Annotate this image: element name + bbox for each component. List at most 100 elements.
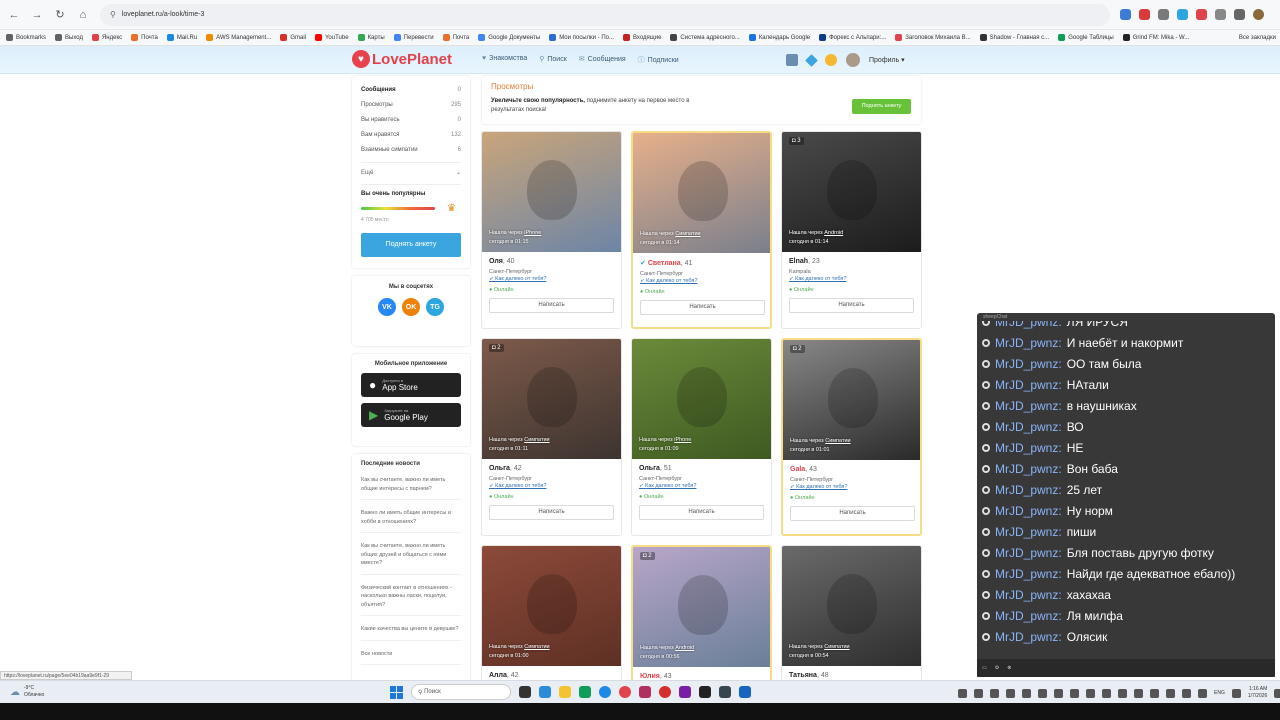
more-toggle[interactable]: Ещё ⌄: [361, 162, 461, 178]
news-item[interactable]: Как вы считаете, важно ли иметь общие ин…: [361, 476, 461, 500]
tray-icon[interactable]: [1118, 688, 1127, 698]
news-item[interactable]: Важно ли иметь общие интересы и хобби в …: [361, 509, 461, 533]
tray-icon[interactable]: [990, 688, 999, 698]
site-info-icon[interactable]: ⚲: [110, 10, 116, 19]
app-icon[interactable]: [679, 686, 691, 698]
bookmark-item[interactable]: YouTube: [314, 34, 349, 41]
profile-name[interactable]: Алла, 42: [489, 672, 614, 679]
profile-photo[interactable]: ◘ 2 Нашла через Android сегодня в 00:56: [633, 547, 770, 667]
profile-card[interactable]: ◘ 2 Нашла через Симпатии сегодня в 01:01 Ga…: [781, 338, 922, 536]
news-item[interactable]: Какие качества вы цените в девушке?: [361, 625, 461, 641]
stat-row[interactable]: Просмотры 295: [361, 97, 461, 112]
bookmark-item[interactable]: Перевести: [393, 34, 434, 41]
windows-start-icon[interactable]: [390, 685, 403, 699]
write-button[interactable]: Написать: [789, 298, 914, 313]
profile-name[interactable]: Gala, 43: [790, 466, 913, 473]
task-view-icon[interactable]: [519, 686, 531, 698]
write-button[interactable]: Написать: [489, 505, 614, 520]
file-explorer-icon[interactable]: [559, 686, 571, 698]
diamond-icon[interactable]: [805, 53, 818, 67]
profile-photo[interactable]: Нашла через Симпатии сегодня в 00:54: [782, 546, 921, 666]
write-button[interactable]: Написать: [639, 505, 764, 520]
write-button[interactable]: Написать: [489, 298, 614, 313]
bookmark-item[interactable]: Shadow - Главная с...: [979, 34, 1049, 41]
back-icon[interactable]: ←: [5, 6, 23, 24]
language-indicator[interactable]: ENG: [1214, 690, 1225, 696]
extension-icon[interactable]: [1177, 9, 1188, 20]
site-logo[interactable]: ♥ LovePlanet: [352, 50, 452, 68]
via-link[interactable]: iPhone: [524, 230, 541, 236]
extension-icon[interactable]: [1120, 9, 1131, 20]
app-store-button[interactable]: ● Доступно в App Store: [361, 373, 461, 397]
profile-photo[interactable]: Нашла через Симпатии сегодня в 01:00: [482, 546, 621, 666]
via-link[interactable]: Симпатии: [824, 644, 849, 650]
clock[interactable]: 1:16 AM 1/7/2026: [1248, 686, 1267, 700]
via-link[interactable]: Android: [675, 645, 694, 651]
bookmark-item[interactable]: Заголовок Михаила В...: [895, 34, 971, 41]
bookmark-item[interactable]: Мои посылки - По...: [549, 34, 614, 41]
tray-icon[interactable]: [1134, 688, 1143, 698]
profile-photo[interactable]: Нашла через iPhone сегодня в 01:09: [632, 339, 771, 459]
extension-icon[interactable]: [1139, 9, 1150, 20]
raise-profile-button[interactable]: Поднять анкету: [361, 233, 461, 257]
forward-icon[interactable]: →: [28, 6, 46, 24]
distance-link[interactable]: ➶ Как далеко от тебя?: [489, 276, 614, 282]
tray-icon[interactable]: [1054, 688, 1063, 698]
bookmark-item[interactable]: Google Документы: [478, 34, 540, 41]
distance-link[interactable]: ➶ Как далеко от тебя?: [640, 278, 763, 284]
bookmark-item[interactable]: Система адресного...: [670, 34, 740, 41]
coin-icon[interactable]: [825, 54, 837, 66]
reload-icon[interactable]: ↻: [51, 6, 69, 24]
tray-icon[interactable]: [1086, 688, 1095, 698]
app-icon[interactable]: [719, 686, 731, 698]
tray-icon[interactable]: [1166, 688, 1175, 698]
profile-photo[interactable]: Нашла через iPhone сегодня в 01:15: [482, 132, 621, 252]
news-item[interactable]: Все новости: [361, 650, 461, 665]
profile-name[interactable]: Ольга, 51: [639, 465, 764, 472]
tray-icon[interactable]: [1150, 688, 1159, 698]
bookmark-item[interactable]: AWS Management...: [206, 34, 271, 41]
tray-icon[interactable]: [1006, 688, 1015, 698]
stat-row[interactable]: Взаимные симпатии 6: [361, 142, 461, 157]
bookmark-item[interactable]: Яндекс: [91, 34, 122, 41]
tray-icon[interactable]: [1182, 688, 1191, 698]
profile-photo[interactable]: Нашла через Симпатии сегодня в 01:14: [633, 133, 770, 253]
app-icon[interactable]: [639, 686, 651, 698]
app-icon[interactable]: [699, 686, 711, 698]
via-link[interactable]: Симпатии: [524, 644, 549, 650]
google-play-button[interactable]: ▶ Загрузите на Google Play: [361, 403, 461, 427]
all-bookmarks[interactable]: Все закладки: [1239, 35, 1276, 41]
odnoklassniki-icon[interactable]: OK: [402, 298, 420, 316]
extension-icon[interactable]: [1196, 9, 1207, 20]
avatar[interactable]: [846, 53, 860, 67]
close-icon[interactable]: ⊗: [1007, 665, 1011, 671]
nav-item-search[interactable]: ⚲ Поиск: [539, 55, 567, 65]
stat-row[interactable]: Вам нравятся 132: [361, 127, 461, 142]
bookmark-item[interactable]: Bookmarks: [6, 34, 46, 41]
tray-icon[interactable]: [974, 688, 983, 698]
profile-card[interactable]: ◘ 3 Нашла через Android сегодня в 01:14 Eln…: [781, 131, 922, 329]
tray-icon[interactable]: [1231, 688, 1241, 698]
write-button[interactable]: Написать: [640, 300, 765, 315]
tray-icon[interactable]: [1038, 688, 1047, 698]
profile-card[interactable]: Нашла через iPhone сегодня в 01:15 Оля, 40…: [481, 131, 622, 329]
distance-link[interactable]: ➶ Как далеко от тебя?: [639, 483, 764, 489]
distance-link[interactable]: ➶ Как далеко от тебя?: [790, 484, 913, 490]
profile-photo[interactable]: ◘ 3 Нашла через Android сегодня в 01:14: [782, 132, 921, 252]
bookmark-item[interactable]: Календарь Google: [748, 34, 810, 41]
write-button[interactable]: Написать: [790, 506, 915, 521]
address-bar[interactable]: ⚲ loveplanet.ru/a-look/time-3: [100, 3, 1110, 26]
bookmark-item[interactable]: Форекс с Альпари:...: [819, 34, 886, 41]
settings-icon[interactable]: ⚙: [995, 665, 999, 671]
bookmark-item[interactable]: Mail.Ru: [166, 34, 197, 41]
profile-photo[interactable]: ◘ 2 Нашла через Симпатии сегодня в 01:01: [783, 340, 920, 460]
telegram-icon[interactable]: TG: [426, 298, 444, 316]
app-icon[interactable]: [539, 686, 551, 698]
stat-row[interactable]: Сообщения 0: [361, 82, 461, 97]
bookmark-item[interactable]: Почта: [131, 34, 158, 41]
bookmark-item[interactable]: Карты: [357, 34, 385, 41]
profile-avatar-icon[interactable]: [1253, 9, 1264, 20]
extension-icon[interactable]: [1215, 9, 1226, 20]
nav-item-messages[interactable]: ✉ Сообщения: [579, 55, 626, 65]
nav-item-subscriptions[interactable]: ⓘ Подписки: [638, 55, 679, 65]
